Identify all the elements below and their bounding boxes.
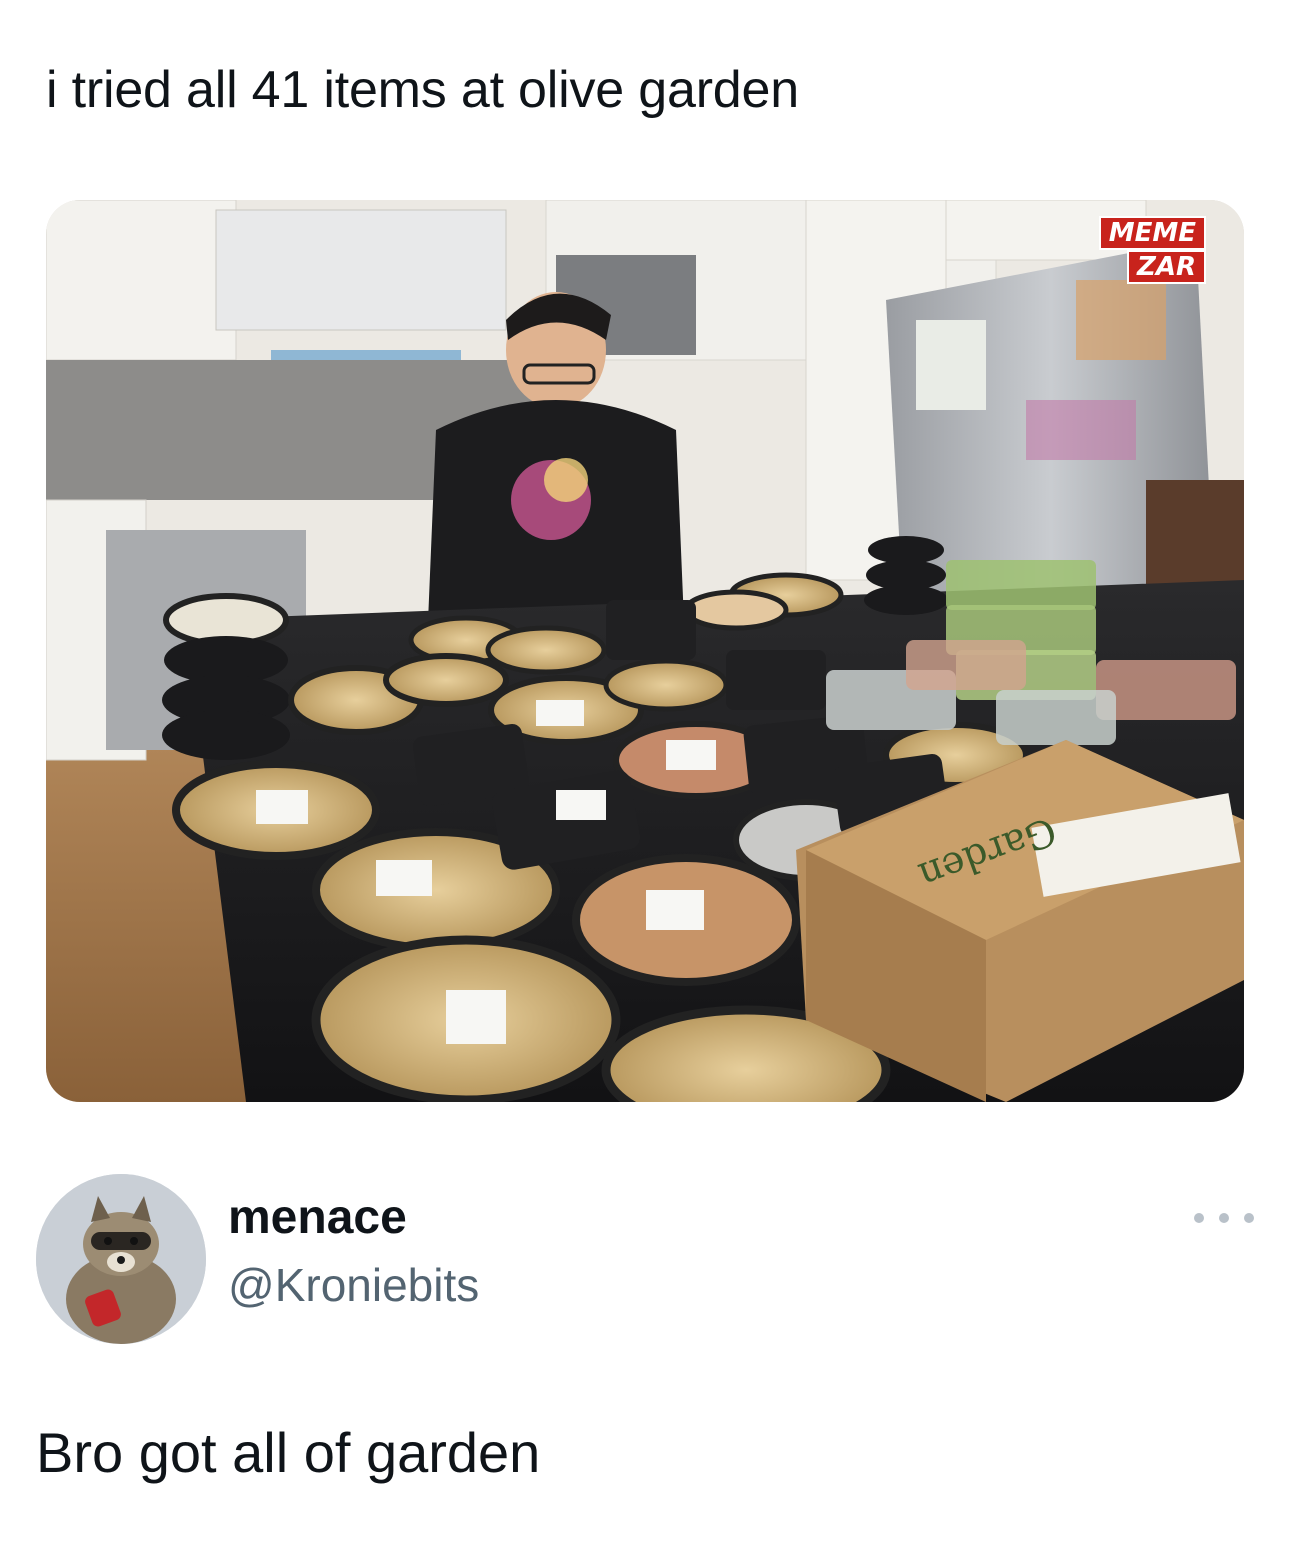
post-photo[interactable]: Garden MEME ZAR [46,200,1244,1102]
user-handle[interactable]: @Kroniebits [228,1256,479,1314]
raccoon-avatar[interactable] [36,1174,206,1344]
raccoon-icon [36,1174,206,1344]
post-text: i tried all 41 items at olive garden [46,61,799,119]
reply-text: Bro got all of garden [36,1421,541,1484]
quoted-user-card[interactable]: menace @Kroniebits [0,1160,1290,1410]
more-horizontal-icon[interactable] [1194,1206,1254,1230]
display-name[interactable]: menace [228,1188,407,1248]
kitchen-food-photo: Garden [46,200,1244,1102]
watermark-logo: MEME ZAR [1098,216,1206,284]
